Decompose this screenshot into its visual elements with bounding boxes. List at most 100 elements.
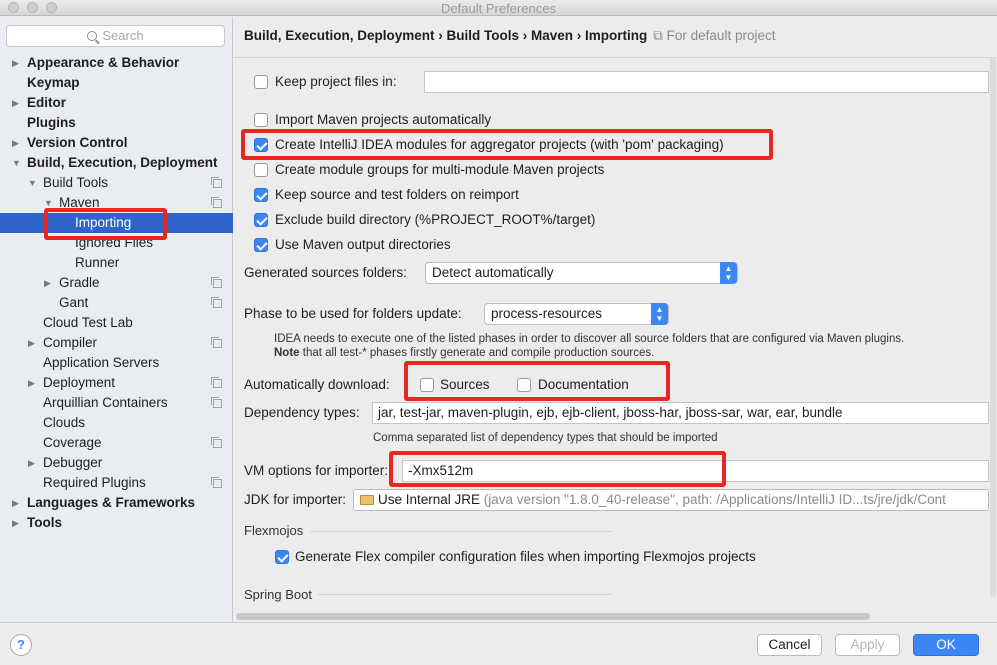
create-groups-checkbox[interactable] [254, 163, 268, 177]
project-settings-icon [211, 337, 222, 348]
spring-boot-group-divider [318, 594, 612, 595]
phase-help-text-1: IDEA needs to execute one of the listed … [274, 333, 905, 345]
sidebar-item-ignored-files[interactable]: Ignored Files [75, 233, 153, 253]
dependency-types-label: Dependency types: [244, 405, 360, 420]
expand-arrow-icon[interactable]: ▶ [12, 493, 19, 513]
expand-arrow-icon[interactable]: ▶ [12, 513, 19, 533]
sidebar-item-cloud-test-lab[interactable]: Cloud Test Lab [43, 313, 133, 333]
sidebar-item-importing[interactable]: Importing [75, 213, 131, 233]
collapse-arrow-icon[interactable]: ▼ [44, 193, 53, 213]
title-bar: Default Preferences [0, 0, 997, 16]
download-sources-checkbox[interactable] [420, 378, 434, 392]
download-documentation-checkbox[interactable] [517, 378, 531, 392]
settings-sidebar: Search ▶ Appearance & Behavior Keymap ▶ Ed… [0, 17, 233, 622]
flex-generate-checkbox[interactable] [275, 550, 289, 564]
project-settings-icon [211, 377, 222, 388]
phase-select[interactable]: process-resources ▲ ▼ [484, 303, 669, 325]
settings-content: Build, Execution, Deployment › Build Too… [234, 17, 997, 622]
sidebar-item-coverage[interactable]: Coverage [43, 433, 233, 453]
collapse-arrow-icon[interactable]: ▼ [12, 153, 21, 173]
sidebar-item-editor[interactable]: ▶ Editor [12, 93, 66, 113]
select-stepper-icon: ▲ ▼ [720, 262, 737, 284]
sidebar-item-keymap[interactable]: Keymap [27, 73, 80, 93]
sidebar-item-plugins[interactable]: Plugins [27, 113, 76, 133]
expand-arrow-icon[interactable]: ▶ [12, 133, 19, 153]
use-output-label: Use Maven output directories [275, 237, 451, 252]
auto-download-label: Automatically download: [244, 377, 390, 392]
dialog-footer: ? Cancel Apply OK [0, 622, 997, 665]
sidebar-item-compiler[interactable]: ▶ Compiler [28, 333, 233, 353]
sidebar-item-clouds[interactable]: Clouds [43, 413, 85, 433]
phase-label: Phase to be used for folders update: [244, 306, 462, 321]
sidebar-item-runner[interactable]: Runner [75, 253, 119, 273]
expand-arrow-icon[interactable]: ▶ [12, 93, 19, 113]
cancel-button[interactable]: Cancel [757, 634, 822, 656]
project-settings-icon [211, 177, 222, 188]
keep-source-checkbox[interactable] [254, 188, 268, 202]
search-icon [87, 31, 98, 41]
use-output-checkbox[interactable] [254, 238, 268, 252]
expand-arrow-icon[interactable]: ▶ [44, 273, 51, 293]
vm-options-label: VM options for importer: [244, 463, 389, 478]
sidebar-item-debugger[interactable]: ▶ Debugger [28, 453, 102, 473]
exclude-build-label: Exclude build directory (%PROJECT_ROOT%/… [275, 212, 596, 227]
project-settings-icon [211, 477, 222, 488]
download-sources-label: Sources [440, 377, 490, 392]
sidebar-item-build-tools[interactable]: ▼ Build Tools [28, 173, 233, 193]
expand-arrow-icon[interactable]: ▶ [28, 373, 35, 393]
collapse-arrow-icon[interactable]: ▼ [28, 173, 37, 193]
sidebar-item-gradle[interactable]: ▶ Gradle [44, 273, 233, 293]
sidebar-item-required-plugins[interactable]: Required Plugins [43, 473, 233, 493]
keep-source-label: Keep source and test folders on reimport [275, 187, 519, 202]
project-settings-icon [211, 277, 222, 288]
window-title: Default Preferences [441, 1, 556, 16]
expand-arrow-icon[interactable]: ▶ [28, 453, 35, 473]
flexmojos-group-title: Flexmojos [244, 523, 304, 538]
keep-project-files-label: Keep project files in: [275, 74, 397, 89]
keep-project-files-input[interactable] [424, 71, 989, 93]
expand-arrow-icon[interactable]: ▶ [12, 53, 19, 73]
jdk-select[interactable]: Use Internal JRE (java version "1.8.0_40… [353, 489, 989, 511]
ok-button[interactable]: OK [913, 634, 979, 656]
flex-generate-label: Generate Flex compiler configuration fil… [295, 549, 756, 564]
default-project-note: ⧉ For default project [653, 28, 776, 43]
sidebar-item-maven[interactable]: ▼ Maven [44, 193, 233, 213]
create-modules-label: Create IntelliJ IDEA modules for aggrega… [275, 137, 724, 152]
jdk-folder-icon [360, 495, 374, 505]
horizontal-scrollbar[interactable] [236, 613, 870, 620]
project-settings-icon [211, 397, 222, 408]
jdk-label: JDK for importer: [244, 492, 347, 507]
sidebar-item-tools[interactable]: ▶ Tools [12, 513, 62, 533]
project-settings-icon [211, 437, 222, 448]
help-button[interactable]: ? [10, 634, 32, 656]
vm-options-input[interactable]: -Xmx512m [402, 460, 989, 482]
generated-sources-select[interactable]: Detect automatically ▲ ▼ [425, 262, 738, 284]
spring-boot-group-title: Spring Boot [244, 587, 312, 602]
create-groups-label: Create module groups for multi-module Ma… [275, 162, 605, 177]
sidebar-item-build-execution-deployment[interactable]: ▼ Build, Execution, Deployment [12, 153, 218, 173]
vertical-scrollbar[interactable] [990, 57, 996, 597]
sidebar-item-gant[interactable]: Gant [59, 293, 233, 313]
sidebar-item-arquillian-containers[interactable]: Arquillian Containers [43, 393, 233, 413]
expand-arrow-icon[interactable]: ▶ [28, 333, 35, 353]
sidebar-item-application-servers[interactable]: Application Servers [43, 353, 159, 373]
select-stepper-icon: ▲ ▼ [651, 303, 668, 325]
flexmojos-group-divider [310, 531, 612, 532]
search-input[interactable]: Search [6, 25, 225, 47]
sidebar-item-version-control[interactable]: ▶ Version Control [12, 133, 128, 153]
create-modules-checkbox[interactable] [254, 138, 268, 152]
download-documentation-label: Documentation [538, 377, 629, 392]
sidebar-item-appearance-behavior[interactable]: ▶ Appearance & Behavior [12, 53, 179, 73]
phase-help-text-2: Note that all test-* phases firstly gene… [274, 347, 655, 359]
exclude-build-checkbox[interactable] [254, 213, 268, 227]
sidebar-item-languages-frameworks[interactable]: ▶ Languages & Frameworks [12, 493, 195, 513]
project-settings-icon [211, 197, 222, 208]
header-divider [234, 57, 997, 58]
keep-project-files-checkbox[interactable] [254, 75, 268, 89]
sidebar-item-deployment[interactable]: ▶ Deployment [28, 373, 233, 393]
import-auto-checkbox[interactable] [254, 113, 268, 127]
apply-button[interactable]: Apply [835, 634, 900, 656]
project-settings-icon [211, 297, 222, 308]
import-auto-label: Import Maven projects automatically [275, 112, 492, 127]
dependency-types-input[interactable]: jar, test-jar, maven-plugin, ejb, ejb-cl… [372, 402, 989, 424]
